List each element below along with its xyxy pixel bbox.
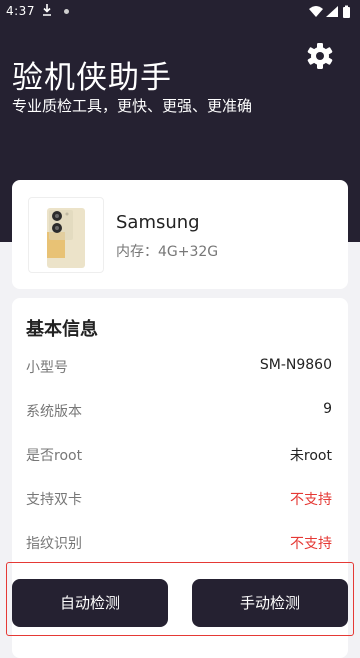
basic-info-title: 基本信息 bbox=[26, 319, 98, 340]
manual-detect-button[interactable]: 手动检测 bbox=[192, 579, 348, 627]
app-title: 验机侠助手 bbox=[12, 60, 172, 96]
info-value: 不支持 bbox=[290, 492, 332, 508]
info-row-root: 是否root 未root bbox=[26, 441, 332, 467]
auto-detect-button[interactable]: 自动检测 bbox=[12, 579, 168, 627]
info-label: 系统版本 bbox=[26, 404, 82, 420]
phone-image bbox=[28, 197, 104, 273]
info-value: 9 bbox=[323, 401, 332, 417]
app-subtitle: 专业质检工具，更快、更强、更准确 bbox=[12, 97, 253, 115]
info-value: 未root bbox=[289, 448, 332, 464]
status-time: 4:37 bbox=[6, 4, 35, 18]
wifi-icon bbox=[309, 6, 323, 17]
info-row-os-version: 系统版本 9 bbox=[26, 397, 332, 423]
device-card: Samsung 内存：4G+32G bbox=[12, 180, 348, 289]
status-bar: 4:37 bbox=[0, 0, 360, 24]
info-label: 支持双卡 bbox=[26, 492, 82, 508]
info-label: 是否root bbox=[26, 448, 83, 464]
info-row-model: 小型号 SM-N9860 bbox=[26, 353, 332, 379]
device-brand: Samsung bbox=[116, 212, 200, 233]
signal-icon bbox=[326, 6, 338, 17]
status-icons bbox=[308, 5, 354, 19]
info-value: 不支持 bbox=[290, 536, 332, 552]
download-icon bbox=[41, 3, 53, 20]
notification-dot-icon bbox=[64, 9, 69, 14]
info-row-fingerprint: 指纹识别 不支持 bbox=[26, 529, 332, 555]
info-row-dual-sim: 支持双卡 不支持 bbox=[26, 485, 332, 511]
gear-icon[interactable] bbox=[304, 40, 336, 72]
info-label: 指纹识别 bbox=[26, 536, 82, 552]
battery-icon bbox=[343, 5, 350, 18]
info-value: SM-N9860 bbox=[259, 357, 332, 373]
device-memory: 内存：4G+32G bbox=[116, 244, 219, 260]
info-label: 小型号 bbox=[26, 360, 68, 376]
